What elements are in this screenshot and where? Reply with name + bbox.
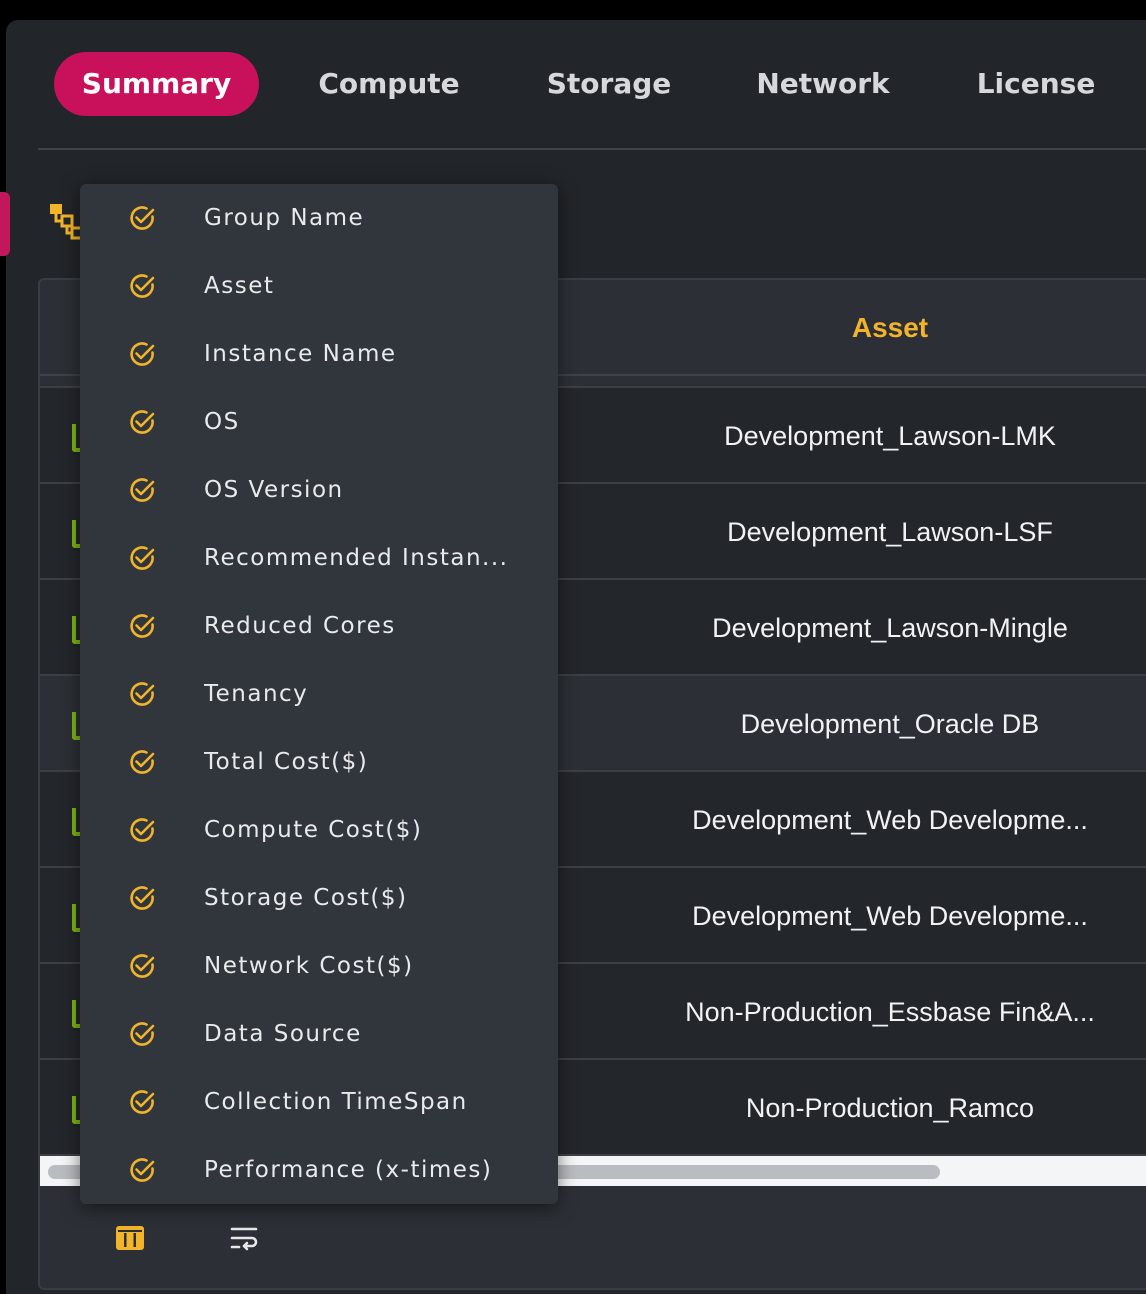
column-menu-item-label: Collection TimeSpan	[204, 1089, 468, 1115]
column-header-asset[interactable]: Asset	[560, 280, 1146, 376]
hierarchy-icon[interactable]	[48, 202, 84, 242]
column-menu-item-label: Storage Cost($)	[204, 885, 408, 911]
tabs-divider	[38, 148, 1146, 150]
column-menu-item-label: OS Version	[204, 477, 344, 503]
tab-compute[interactable]: Compute	[304, 52, 474, 116]
asset-cell: Development_Web Developme...	[692, 805, 1088, 835]
column-menu-item-label: Compute Cost($)	[204, 817, 423, 843]
column-menu-item-label: Total Cost($)	[204, 749, 369, 775]
column-menu-item[interactable]: OS	[80, 388, 558, 456]
column-menu-item-label: Performance (x-times)	[204, 1157, 493, 1183]
tab-summary[interactable]: Summary	[54, 52, 259, 116]
column-menu-item[interactable]: Instance Name	[80, 320, 558, 388]
column-menu-item[interactable]: Storage Cost($)	[80, 864, 558, 932]
check-circle-icon	[130, 1022, 155, 1046]
column-menu-item[interactable]: Reduced Cores	[80, 592, 558, 660]
tab-bar: Summary Compute Storage Network License	[54, 52, 1146, 116]
check-circle-icon	[130, 410, 155, 434]
check-circle-icon	[130, 1090, 155, 1114]
column-menu-item[interactable]: Network Cost($)	[80, 932, 558, 1000]
check-circle-icon	[130, 954, 155, 978]
column-menu-item-label: Asset	[204, 273, 275, 299]
column-menu-item-label: Recommended Instan...	[204, 545, 509, 571]
column-menu-item[interactable]: Group Name	[80, 184, 558, 252]
check-circle-icon	[130, 206, 155, 230]
check-circle-icon	[130, 682, 155, 706]
asset-cell: Development_Oracle DB	[740, 709, 1040, 739]
column-menu-item[interactable]: OS Version	[80, 456, 558, 524]
column-chooser-menu: Group Name Asset Instance Name OS OS Ver…	[80, 184, 558, 1204]
column-menu-item[interactable]: Data Source	[80, 1000, 558, 1068]
column-menu-item-label: Reduced Cores	[204, 613, 396, 639]
column-menu-item-label: Network Cost($)	[204, 953, 414, 979]
check-circle-icon	[130, 886, 155, 910]
column-menu-item-label: Group Name	[204, 205, 365, 231]
column-menu-item-label: Tenancy	[204, 681, 309, 707]
column-menu-item[interactable]: Recommended Instan...	[80, 524, 558, 592]
asset-cell: Non-Production_Essbase Fin&A...	[685, 997, 1095, 1027]
check-circle-icon	[130, 274, 155, 298]
asset-cell: Non-Production_Ramco	[745, 1093, 1035, 1123]
text-wrap-icon[interactable]	[228, 1222, 260, 1254]
columns-icon[interactable]	[114, 1222, 146, 1254]
check-circle-icon	[130, 478, 155, 502]
asset-cell: Development_Lawson-LMK	[724, 421, 1056, 451]
check-circle-icon	[130, 546, 155, 570]
column-menu-item[interactable]: Collection TimeSpan	[80, 1068, 558, 1136]
check-circle-icon	[130, 1158, 155, 1182]
tab-storage[interactable]: Storage	[536, 52, 682, 116]
asset-cell: Development_Lawson-Mingle	[712, 613, 1068, 643]
tab-network[interactable]: Network	[744, 52, 902, 116]
column-menu-item[interactable]: Performance (x-times)	[80, 1136, 558, 1204]
column-menu-item[interactable]: Tenancy	[80, 660, 558, 728]
tab-license[interactable]: License	[962, 52, 1110, 116]
column-menu-item[interactable]: Compute Cost($)	[80, 796, 558, 864]
column-menu-item-label: Instance Name	[204, 341, 397, 367]
asset-cell: Development_Web Developme...	[692, 901, 1088, 931]
column-menu-item[interactable]: Total Cost($)	[80, 728, 558, 796]
sidebar-active-marker	[0, 192, 10, 256]
column-menu-item-label: Data Source	[204, 1021, 362, 1047]
column-menu-item[interactable]: Asset	[80, 252, 558, 320]
check-circle-icon	[130, 614, 155, 638]
asset-cell: Development_Lawson-LSF	[727, 517, 1053, 547]
check-circle-icon	[130, 750, 155, 774]
column-menu-item-label: OS	[204, 409, 240, 435]
check-circle-icon	[130, 818, 155, 842]
check-circle-icon	[130, 342, 155, 366]
